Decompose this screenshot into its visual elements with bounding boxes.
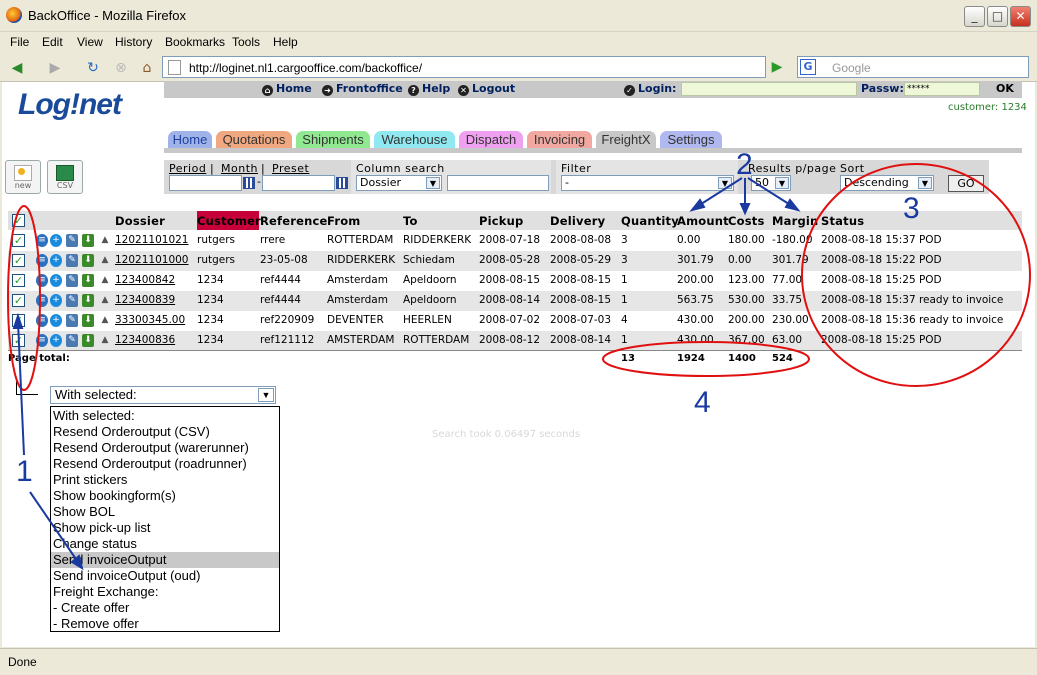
annotation-overlay xyxy=(7,163,1031,571)
annotation-arrows xyxy=(12,177,801,571)
annotation-number-2: 2 xyxy=(736,148,753,181)
annotation-number-4: 4 xyxy=(694,386,711,419)
annotation-number-3: 3 xyxy=(903,192,920,225)
annotation-number-1: 1 xyxy=(16,455,33,488)
annotation-ellipse-1 xyxy=(7,205,41,391)
annotation-ellipse-4 xyxy=(602,341,810,377)
